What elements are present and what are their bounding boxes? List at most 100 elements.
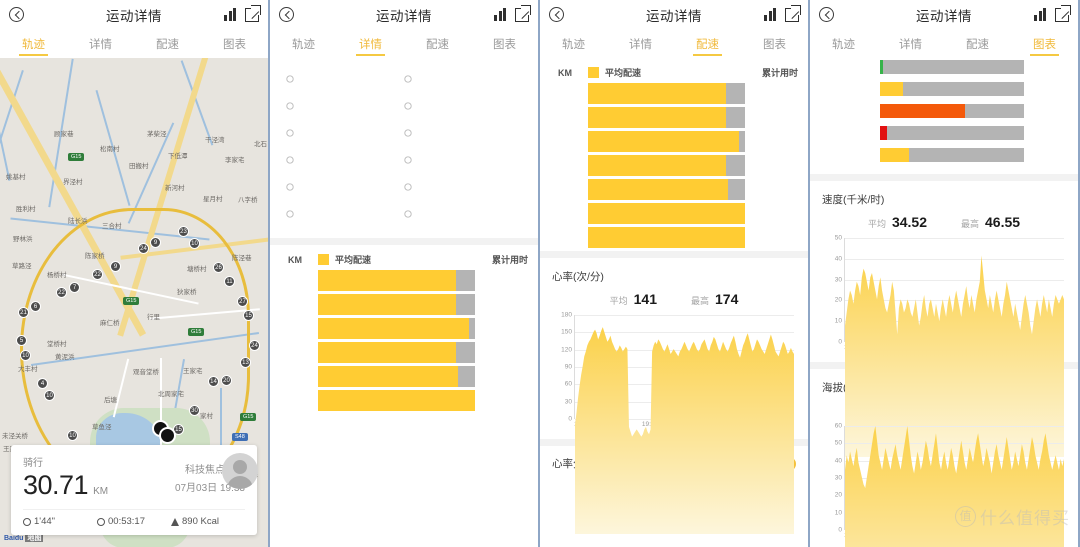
stat-label <box>404 183 522 191</box>
share-icon[interactable] <box>245 4 261 22</box>
route-map[interactable]: G15 G15 G15 G15 S48 S48 9 10 24 9 22 7 2… <box>0 58 268 547</box>
bar-chart-icon[interactable] <box>764 8 776 21</box>
map-label: 新河村 <box>165 185 185 192</box>
tab-details[interactable]: 详情 <box>337 29 404 58</box>
avatar[interactable] <box>222 453 258 489</box>
panel-charts: 运动详情 轨迹 详情 配速 图表 速度(千米/时) 平均 34.52 最高 46… <box>810 0 1078 547</box>
pace-bar-fill <box>588 227 745 248</box>
km-marker: 10 <box>189 238 200 249</box>
y-tick: 60 <box>564 380 572 388</box>
back-chevron-icon[interactable] <box>9 7 24 22</box>
tab-pace[interactable]: 配速 <box>404 29 471 58</box>
km-marker: 14 <box>208 376 219 387</box>
descent-icon <box>286 183 294 191</box>
clock-icon <box>97 517 105 526</box>
pace-bar-fill <box>318 390 475 411</box>
km-marker: 5 <box>16 335 27 346</box>
tab-pace[interactable]: 配速 <box>944 29 1011 58</box>
pace-bar-fill <box>318 366 458 387</box>
screenshot-strip: 运动详情 轨迹 详情 配速 图表 G15 G15 G15 G15 S48 9 1… <box>0 0 1080 547</box>
y-tick: 10 <box>834 317 842 325</box>
bar-chart-icon[interactable] <box>494 8 506 21</box>
bar-chart-icon[interactable] <box>224 8 236 21</box>
y-axis: 0 30 60 90 120 150 180 <box>552 311 572 423</box>
km-marker: 26 <box>213 262 224 273</box>
stat-label <box>286 75 404 83</box>
y-tick: 20 <box>834 296 842 304</box>
km-marker: 20 <box>221 375 232 386</box>
tab-track[interactable]: 轨迹 <box>810 29 877 58</box>
y-tick: 30 <box>834 276 842 284</box>
tab-charts[interactable]: 图表 <box>471 29 538 58</box>
pace-bar-fill <box>318 294 457 315</box>
y-tick: 50 <box>834 439 842 447</box>
tab-pace[interactable]: 配速 <box>134 29 201 58</box>
km-marker: 10 <box>44 390 55 401</box>
ascent-icon <box>404 183 412 191</box>
app-header: 运动详情 <box>270 0 538 29</box>
share-icon[interactable] <box>1055 4 1071 22</box>
flame-icon <box>171 517 179 526</box>
tab-track[interactable]: 轨迹 <box>540 29 607 58</box>
tab-charts[interactable]: 图表 <box>1011 29 1078 58</box>
y-tick: 30 <box>564 398 572 406</box>
tab-charts[interactable]: 图表 <box>741 29 808 58</box>
summary-duration-value: 00:53:17 <box>108 516 145 527</box>
map-label: 塘桥村 <box>187 266 207 273</box>
pace-bar-track <box>588 227 745 248</box>
watermark-logo: 值 <box>955 506 976 527</box>
tab-track[interactable]: 轨迹 <box>0 29 67 58</box>
details-scroll[interactable]: KM 平均配速 累计用时 <box>270 58 538 547</box>
panel-track: 运动详情 轨迹 详情 配速 图表 G15 G15 G15 G15 S48 9 1… <box>0 0 268 547</box>
pace-row <box>280 294 528 315</box>
zone-track <box>880 126 1024 140</box>
pace-scroll[interactable]: KM 平均配速 累计用时 心率(次/分) 平均 141 最高 174 0 30 … <box>540 58 808 547</box>
zone-row <box>822 148 1066 162</box>
y-tick: 180 <box>561 311 572 319</box>
stat-label <box>286 183 404 191</box>
pace-row <box>550 155 798 176</box>
zone-track <box>880 82 1024 96</box>
col-pace-label: 平均配速 <box>605 68 642 78</box>
tab-details[interactable]: 详情 <box>67 29 134 58</box>
tab-track[interactable]: 轨迹 <box>270 29 337 58</box>
back-chevron-icon[interactable] <box>279 7 294 22</box>
tab-charts[interactable]: 图表 <box>201 29 268 58</box>
chart-area: 0306090120150180 19:3319:4219:5019:5820:… <box>552 311 796 534</box>
zone-fill <box>880 148 910 162</box>
plot-area <box>574 315 794 534</box>
charts-scroll[interactable]: 速度(千米/时) 平均 34.52 最高 46.55 0 10 20 30 40 50 1… <box>810 58 1078 547</box>
tab-details[interactable]: 详情 <box>877 29 944 58</box>
map-label: 草鱼泾 <box>92 424 112 431</box>
km-marker: 30 <box>189 405 200 416</box>
speed-icon <box>404 102 412 110</box>
pace-bar-fill <box>588 203 745 224</box>
pace-bar-track <box>318 318 475 339</box>
back-chevron-icon[interactable] <box>819 7 834 22</box>
summary-pace-value: 1'44" <box>34 516 56 527</box>
peak-icon <box>286 210 294 218</box>
map-label: 陆长浜 <box>68 218 88 225</box>
km-marker: 15 <box>243 310 254 321</box>
y-axis: 0 10 20 30 40 50 60 <box>822 423 842 534</box>
share-icon[interactable] <box>785 4 801 22</box>
stat-label <box>286 210 404 218</box>
summary-calories: 890 Kcal <box>171 516 245 527</box>
back-chevron-icon[interactable] <box>549 7 564 22</box>
tab-pace[interactable]: 配速 <box>674 29 741 58</box>
km-marker: 24 <box>249 340 260 351</box>
bar-chart-icon[interactable] <box>1034 8 1046 21</box>
share-icon[interactable] <box>515 4 531 22</box>
tab-details[interactable]: 详情 <box>607 29 674 58</box>
summary-duration: 00:53:17 <box>97 516 171 527</box>
chart-summary: 平均 34.52 最高 46.55 <box>822 214 1066 230</box>
map-pin[interactable] <box>159 427 176 444</box>
header-actions <box>764 4 801 22</box>
highway-shield: G15 <box>188 328 205 336</box>
map-label: 堂桥村 <box>47 341 67 348</box>
stat-item <box>286 99 404 110</box>
header-actions <box>1034 4 1071 22</box>
highway-shield: G15 <box>123 297 140 305</box>
map-label: 杨桥村 <box>47 272 67 279</box>
stats-grid <box>270 58 538 238</box>
